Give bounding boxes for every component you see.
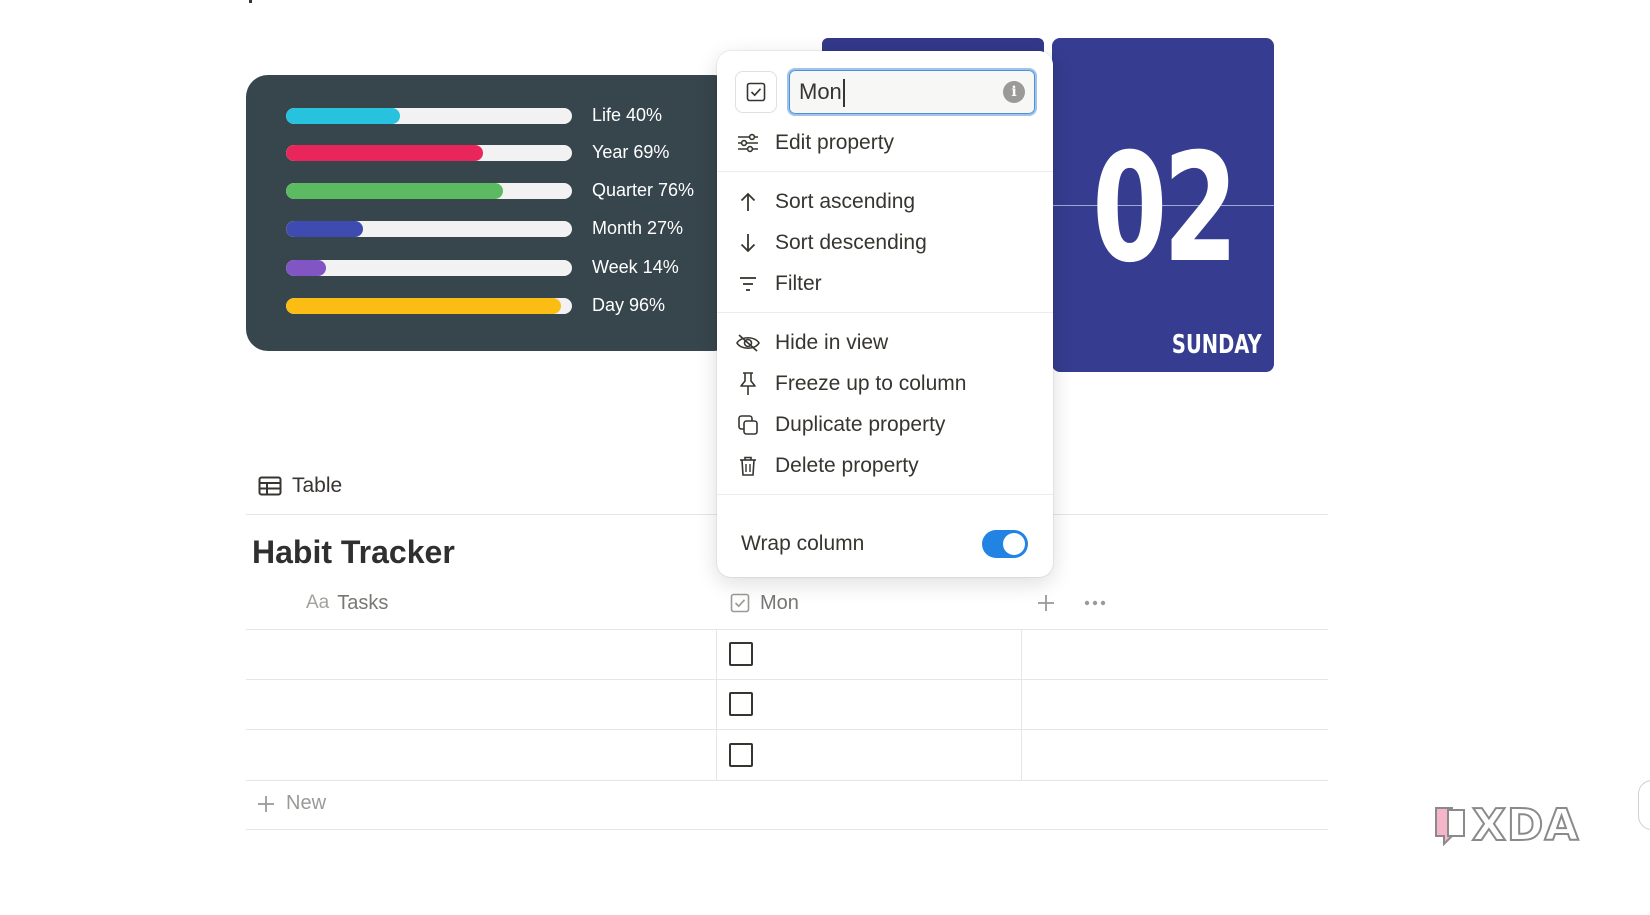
menu-item-duplicate-property[interactable]: Duplicate property [735,407,1035,443]
arrow-up-icon [735,189,761,215]
wrap-column-label: Wrap column [741,532,865,555]
sliders-icon [735,130,761,156]
column-divider [1021,630,1022,780]
wrap-column-toggle[interactable] [982,530,1028,558]
calendar-widget: 02 SUNDAY [1052,38,1274,372]
menu-item-label: Hide in view [775,331,889,354]
menu-item-label: Freeze up to column [775,372,967,395]
progress-bar-fill [286,108,401,124]
menu-separator [717,171,1053,172]
progress-row-life: Life 40% [286,105,726,125]
trash-icon [735,453,761,479]
property-name-input[interactable] [799,78,989,106]
progress-label: Quarter 76% [592,180,695,200]
progress-widget: Life 40% Year 69% Quarter 76% Month 27% … [246,75,736,351]
checkbox-mon-row-1[interactable] [729,642,753,666]
menu-item-hide-in-view[interactable]: Hide in view [735,325,1035,361]
menu-item-label: Sort descending [775,231,927,254]
checkbox-icon [746,82,766,102]
progress-row-quarter: Quarter 76% [286,180,726,200]
progress-bar-track [286,145,572,161]
new-row-label: New [286,792,327,814]
progress-label: Week 14% [592,257,679,277]
row-divider [246,679,1328,680]
column-header-mon[interactable]: Mon [730,590,799,616]
progress-bar-fill [286,221,364,237]
plus-icon[interactable] [1036,590,1056,622]
database-title: Habit Tracker [252,534,455,570]
header-divider [246,629,1328,630]
calendar-divider [1052,205,1274,206]
progress-bar-fill [286,260,327,276]
menu-item-label: Sort ascending [775,190,916,213]
watermark-text: XDA [1471,799,1580,852]
column-header-tasks[interactable]: Aa Tasks [306,590,388,616]
column-divider [716,630,717,780]
checkbox-mon-row-2[interactable] [729,692,753,716]
duplicate-icon [735,412,761,438]
menu-item-label: Filter [775,272,822,295]
property-menu: i Edit property Sort ascending Sort desc… [717,51,1053,577]
menu-separator [717,312,1053,313]
menu-item-sort-ascending[interactable]: Sort ascending [735,184,1035,220]
property-type-button[interactable] [735,71,777,113]
checkbox-icon [730,593,750,613]
progress-label: Day 96% [592,295,666,315]
toggle-knob [1003,533,1025,555]
menu-item-edit-property[interactable]: Edit property [735,125,1035,161]
progress-bar-fill [286,145,484,161]
progress-bar-fill [286,298,561,314]
column-header-label: Tasks [337,591,389,614]
text-type-icon: Aa [306,592,330,613]
table-icon [258,476,282,496]
plus-icon [258,795,274,812]
menu-item-label: Duplicate property [775,413,946,436]
progress-bar-track [286,260,572,276]
watermark-logo: XDA [1428,799,1580,852]
progress-row-week: Week 14% [286,257,726,277]
menu-separator [717,494,1053,495]
progress-bar-track [286,298,572,314]
property-name-field[interactable]: i [787,68,1037,116]
view-tab-table[interactable]: Table [258,472,342,500]
column-header-label: Mon [760,591,799,614]
arrow-down-icon [735,230,761,256]
text-caret [843,79,845,107]
progress-row-day: Day 96% [286,295,726,315]
calendar-day-number: 02 [1092,122,1238,296]
eye-slash-icon [735,330,761,356]
menu-item-delete-property[interactable]: Delete property [735,448,1035,484]
progress-label: Life 40% [592,105,663,125]
progress-bar-track [286,183,572,199]
menu-item-freeze-up-to-column[interactable]: Freeze up to column [735,366,1035,402]
xda-logo-icon [1435,806,1465,846]
progress-bar-fill [286,183,504,199]
cursor-artifact [249,0,252,3]
footer-divider [246,829,1328,830]
view-tab-label: Table [292,474,343,497]
pin-icon [735,371,761,397]
checkbox-mon-row-3[interactable] [729,743,753,767]
filter-icon [735,271,761,297]
progress-bar-track [286,221,572,237]
menu-item-label: Delete property [775,454,919,477]
progress-bar-track [286,108,572,124]
edge-handle [1638,780,1650,830]
new-row-button[interactable]: New [256,792,326,815]
row-divider [246,780,1328,781]
calendar-weekday: SUNDAY [1172,330,1262,360]
ellipsis-icon[interactable] [1084,590,1106,622]
progress-row-month: Month 27% [286,218,726,238]
row-divider [246,729,1328,730]
progress-label: Year 69% [592,142,670,162]
progress-row-year: Year 69% [286,142,726,162]
menu-item-label: Edit property [775,131,895,154]
info-icon[interactable]: i [1003,81,1025,103]
menu-item-sort-descending[interactable]: Sort descending [735,225,1035,261]
menu-item-filter[interactable]: Filter [735,266,1035,302]
progress-label: Month 27% [592,218,684,238]
